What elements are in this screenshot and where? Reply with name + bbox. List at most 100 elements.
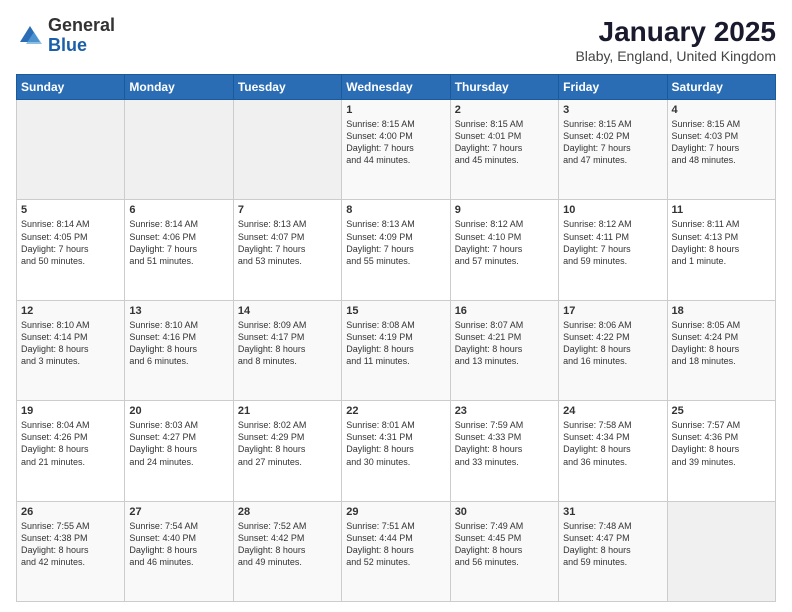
day-number: 23: [455, 405, 554, 417]
cell-content: Sunrise: 8:13 AM Sunset: 4:09 PM Dayligh…: [346, 218, 445, 267]
day-number: 24: [563, 405, 662, 417]
cell-content: Sunrise: 8:06 AM Sunset: 4:22 PM Dayligh…: [563, 319, 662, 368]
day-number: 6: [129, 204, 228, 216]
weekday-header: Thursday: [450, 75, 558, 100]
cell-content: Sunrise: 8:09 AM Sunset: 4:17 PM Dayligh…: [238, 319, 337, 368]
day-number: 2: [455, 104, 554, 116]
cell-content: Sunrise: 8:01 AM Sunset: 4:31 PM Dayligh…: [346, 419, 445, 468]
calendar-cell: 14 Sunrise: 8:09 AM Sunset: 4:17 PM Dayli…: [233, 300, 341, 400]
calendar-cell: 28 Sunrise: 7:52 AM Sunset: 4:42 PM Dayli…: [233, 501, 341, 601]
day-number: 15: [346, 305, 445, 317]
calendar-cell: 27 Sunrise: 7:54 AM Sunset: 4:40 PM Dayli…: [125, 501, 233, 601]
day-number: 22: [346, 405, 445, 417]
cell-content: Sunrise: 8:10 AM Sunset: 4:14 PM Dayligh…: [21, 319, 120, 368]
logo-text: General Blue: [48, 16, 115, 56]
cell-content: Sunrise: 8:13 AM Sunset: 4:07 PM Dayligh…: [238, 218, 337, 267]
title-block: January 2025 Blaby, England, United King…: [575, 16, 776, 64]
calendar-cell: 1Sunrise: 8:15 AM Sunset: 4:00 PM Daylig…: [342, 100, 450, 200]
logo: General Blue: [16, 16, 115, 56]
day-number: 7: [238, 204, 337, 216]
cell-content: Sunrise: 8:12 AM Sunset: 4:10 PM Dayligh…: [455, 218, 554, 267]
calendar-cell: 19 Sunrise: 8:04 AM Sunset: 4:26 PM Dayli…: [17, 401, 125, 501]
calendar-week-row: 1Sunrise: 8:15 AM Sunset: 4:00 PM Daylig…: [17, 100, 776, 200]
day-number: 10: [563, 204, 662, 216]
calendar-week-row: 19 Sunrise: 8:04 AM Sunset: 4:26 PM Dayli…: [17, 401, 776, 501]
page: General Blue January 2025 Blaby, England…: [0, 0, 792, 612]
calendar-cell: 16 Sunrise: 8:07 AM Sunset: 4:21 PM Dayli…: [450, 300, 558, 400]
header: General Blue January 2025 Blaby, England…: [16, 16, 776, 64]
cell-content: Sunrise: 7:59 AM Sunset: 4:33 PM Dayligh…: [455, 419, 554, 468]
cell-content: Sunrise: 7:54 AM Sunset: 4:40 PM Dayligh…: [129, 520, 228, 569]
day-number: 3: [563, 104, 662, 116]
cell-content: Sunrise: 8:08 AM Sunset: 4:19 PM Dayligh…: [346, 319, 445, 368]
day-number: 8: [346, 204, 445, 216]
calendar-cell: 4 Sunrise: 8:15 AM Sunset: 4:03 PM Daylig…: [667, 100, 775, 200]
calendar-cell: 9 Sunrise: 8:12 AM Sunset: 4:10 PM Daylig…: [450, 200, 558, 300]
cell-content: Sunrise: 8:15 AM Sunset: 4:03 PM Dayligh…: [672, 118, 771, 167]
day-number: 9: [455, 204, 554, 216]
calendar-cell: 23 Sunrise: 7:59 AM Sunset: 4:33 PM Dayli…: [450, 401, 558, 501]
calendar-cell: 11 Sunrise: 8:11 AM Sunset: 4:13 PM Dayli…: [667, 200, 775, 300]
day-number: 25: [672, 405, 771, 417]
day-number: 11: [672, 204, 771, 216]
calendar-cell: 15 Sunrise: 8:08 AM Sunset: 4:19 PM Dayli…: [342, 300, 450, 400]
month-title: January 2025: [575, 16, 776, 48]
weekday-header: Tuesday: [233, 75, 341, 100]
calendar-cell: 20Sunrise: 8:03 AM Sunset: 4:27 PM Dayli…: [125, 401, 233, 501]
weekday-header: Friday: [559, 75, 667, 100]
calendar-cell: [667, 501, 775, 601]
calendar-week-row: 12Sunrise: 8:10 AM Sunset: 4:14 PM Dayli…: [17, 300, 776, 400]
day-number: 18: [672, 305, 771, 317]
cell-content: Sunrise: 8:14 AM Sunset: 4:05 PM Dayligh…: [21, 218, 120, 267]
cell-content: Sunrise: 7:58 AM Sunset: 4:34 PM Dayligh…: [563, 419, 662, 468]
cell-content: Sunrise: 8:14 AM Sunset: 4:06 PM Dayligh…: [129, 218, 228, 267]
day-number: 19: [21, 405, 120, 417]
cell-content: Sunrise: 8:11 AM Sunset: 4:13 PM Dayligh…: [672, 218, 771, 267]
cell-content: Sunrise: 7:49 AM Sunset: 4:45 PM Dayligh…: [455, 520, 554, 569]
cell-content: Sunrise: 8:04 AM Sunset: 4:26 PM Dayligh…: [21, 419, 120, 468]
calendar-cell: 25Sunrise: 7:57 AM Sunset: 4:36 PM Dayli…: [667, 401, 775, 501]
day-number: 13: [129, 305, 228, 317]
day-number: 27: [129, 506, 228, 518]
cell-content: Sunrise: 8:12 AM Sunset: 4:11 PM Dayligh…: [563, 218, 662, 267]
day-number: 28: [238, 506, 337, 518]
day-number: 4: [672, 104, 771, 116]
calendar-cell: 17 Sunrise: 8:06 AM Sunset: 4:22 PM Dayli…: [559, 300, 667, 400]
cell-content: Sunrise: 7:48 AM Sunset: 4:47 PM Dayligh…: [563, 520, 662, 569]
calendar-cell: 31 Sunrise: 7:48 AM Sunset: 4:47 PM Dayli…: [559, 501, 667, 601]
weekday-header: Sunday: [17, 75, 125, 100]
day-number: 14: [238, 305, 337, 317]
day-number: 30: [455, 506, 554, 518]
day-number: 31: [563, 506, 662, 518]
cell-content: Sunrise: 8:15 AM Sunset: 4:01 PM Dayligh…: [455, 118, 554, 167]
cell-content: Sunrise: 7:51 AM Sunset: 4:44 PM Dayligh…: [346, 520, 445, 569]
calendar-cell: 7 Sunrise: 8:13 AM Sunset: 4:07 PM Daylig…: [233, 200, 341, 300]
calendar-cell: 22 Sunrise: 8:01 AM Sunset: 4:31 PM Dayli…: [342, 401, 450, 501]
calendar-cell: 12Sunrise: 8:10 AM Sunset: 4:14 PM Dayli…: [17, 300, 125, 400]
weekday-header: Wednesday: [342, 75, 450, 100]
calendar-cell: 5 Sunrise: 8:14 AM Sunset: 4:05 PM Daylig…: [17, 200, 125, 300]
cell-content: Sunrise: 8:15 AM Sunset: 4:02 PM Dayligh…: [563, 118, 662, 167]
cell-content: Sunrise: 7:52 AM Sunset: 4:42 PM Dayligh…: [238, 520, 337, 569]
logo-icon: [16, 22, 44, 50]
day-number: 16: [455, 305, 554, 317]
weekday-header: Monday: [125, 75, 233, 100]
calendar-week-row: 26Sunrise: 7:55 AM Sunset: 4:38 PM Dayli…: [17, 501, 776, 601]
calendar-cell: 2 Sunrise: 8:15 AM Sunset: 4:01 PM Daylig…: [450, 100, 558, 200]
calendar-table: SundayMondayTuesdayWednesdayThursdayFrid…: [16, 74, 776, 602]
cell-content: Sunrise: 8:07 AM Sunset: 4:21 PM Dayligh…: [455, 319, 554, 368]
cell-content: Sunrise: 8:05 AM Sunset: 4:24 PM Dayligh…: [672, 319, 771, 368]
day-number: 26: [21, 506, 120, 518]
day-number: 5: [21, 204, 120, 216]
calendar-cell: [233, 100, 341, 200]
day-number: 17: [563, 305, 662, 317]
cell-content: Sunrise: 8:10 AM Sunset: 4:16 PM Dayligh…: [129, 319, 228, 368]
calendar-cell: 6 Sunrise: 8:14 AM Sunset: 4:06 PM Daylig…: [125, 200, 233, 300]
calendar-cell: [17, 100, 125, 200]
cell-content: Sunrise: 8:02 AM Sunset: 4:29 PM Dayligh…: [238, 419, 337, 468]
calendar-cell: 13 Sunrise: 8:10 AM Sunset: 4:16 PM Dayli…: [125, 300, 233, 400]
calendar-cell: 29Sunrise: 7:51 AM Sunset: 4:44 PM Dayli…: [342, 501, 450, 601]
calendar-cell: 3 Sunrise: 8:15 AM Sunset: 4:02 PM Daylig…: [559, 100, 667, 200]
calendar-cell: 21Sunrise: 8:02 AM Sunset: 4:29 PM Dayli…: [233, 401, 341, 501]
calendar-cell: 30 Sunrise: 7:49 AM Sunset: 4:45 PM Dayli…: [450, 501, 558, 601]
